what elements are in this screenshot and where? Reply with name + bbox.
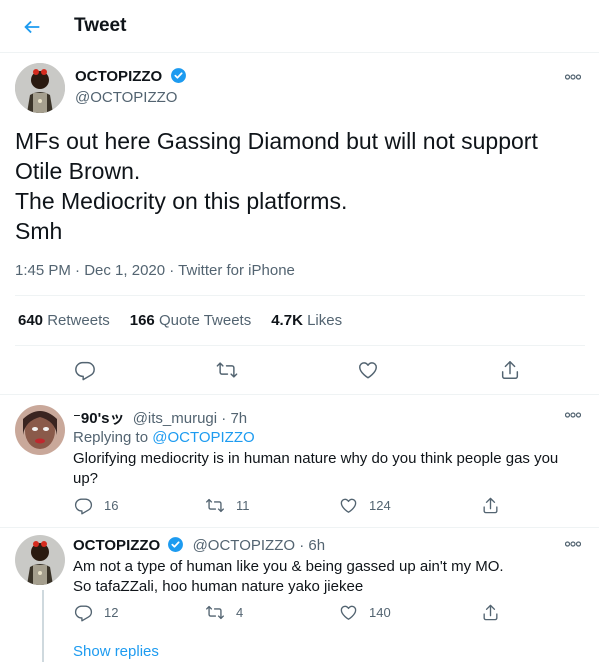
reply-time[interactable]: 7h [230, 410, 247, 427]
retweets-count: 640 [18, 312, 44, 329]
retweet-button[interactable]: 4 [205, 603, 243, 622]
verified-badge-icon [167, 536, 184, 553]
like-count: 140 [369, 605, 391, 620]
verified-badge-icon [170, 67, 187, 84]
arrow-left-icon [24, 20, 40, 34]
share-icon [483, 604, 498, 621]
author-name[interactable]: OCTOPIZZO [75, 68, 162, 85]
reply-author-handle[interactable]: @its_murugi [133, 410, 217, 427]
share-button[interactable] [481, 496, 500, 515]
more-dots-icon [565, 541, 581, 547]
retweet-count: 11 [236, 498, 250, 513]
reply-button[interactable]: 12 [74, 603, 118, 622]
retweet-icon [206, 498, 224, 513]
replying-to-handle[interactable]: @OCTOPIZZO [152, 429, 254, 446]
tweet-time[interactable]: 1:45 PM [15, 262, 71, 279]
tweet-stats: 640 Retweets 166 Quote Tweets 4.7K Likes [18, 312, 342, 329]
retweet-button[interactable] [215, 359, 239, 381]
thread-line [42, 590, 44, 662]
reply-button[interactable]: 16 [74, 496, 118, 515]
more-options-button[interactable] [562, 70, 584, 84]
tweet-text-line: Smh [15, 218, 63, 244]
reply-text-line: up? [73, 470, 99, 487]
header: Tweet [0, 0, 599, 53]
tweet-text-line: Otile Brown. [15, 158, 141, 184]
back-button[interactable] [15, 10, 49, 44]
reply-avatar[interactable] [15, 535, 65, 585]
tweet-text-line: The Mediocrity on this platforms. [15, 188, 348, 214]
heart-icon [340, 498, 357, 513]
reply-icon [74, 605, 93, 622]
share-icon [483, 497, 498, 514]
reply-count: 12 [104, 605, 119, 620]
divider [15, 295, 585, 296]
tweet-text: MFs out here Gassing Diamond but will no… [15, 126, 580, 246]
reply-text-line: So tafaZZali, hoo human nature yako jiek… [73, 578, 364, 595]
more-options-button[interactable] [562, 408, 584, 422]
octopizzo-avatar-image [15, 535, 65, 585]
retweets-stat[interactable]: 640 Retweets [18, 312, 110, 329]
reply-author-name[interactable]: OCTOPIZZO [73, 537, 160, 554]
likes-label: Likes [307, 312, 343, 329]
reply-icon [75, 361, 95, 381]
more-dots-icon [565, 412, 581, 418]
share-button[interactable] [481, 603, 500, 622]
author-avatar[interactable] [15, 63, 65, 113]
reply-text: Am not a type of human like you & being … [73, 557, 573, 597]
tweet-date[interactable]: Dec 1, 2020 [84, 262, 165, 279]
author-handle[interactable]: @OCTOPIZZO [75, 89, 177, 106]
heart-icon [340, 605, 357, 620]
retweet-icon [216, 362, 238, 378]
reply-text-line: Glorifying mediocrity is in human nature… [73, 450, 559, 467]
replying-to: Replying to @OCTOPIZZO [73, 428, 573, 448]
retweets-label: Retweets [47, 312, 110, 329]
reply-header: ⁻90'sッ @its_murugi · 7h [73, 410, 248, 427]
quotes-count: 166 [129, 312, 155, 329]
reply-avatar-image [15, 405, 65, 455]
reply-author-handle[interactable]: @OCTOPIZZO [193, 537, 295, 554]
reply-avatar[interactable] [15, 405, 65, 455]
likes-count: 4.7K [271, 312, 303, 329]
reply-header: OCTOPIZZO @OCTOPIZZO · 6h [73, 536, 326, 554]
reply-time[interactable]: 6h [308, 537, 325, 554]
tweet-text-line: MFs out here Gassing Diamond but will no… [15, 128, 538, 154]
quotes-label: Quote Tweets [158, 312, 252, 329]
page-title: Tweet [74, 15, 127, 36]
replying-to-prefix: Replying to [73, 429, 149, 446]
divider [15, 345, 585, 346]
likes-stat[interactable]: 4.7K Likes [271, 312, 342, 329]
retweet-count: 4 [236, 605, 244, 620]
like-button[interactable]: 124 [339, 496, 391, 515]
reply-text: Glorifying mediocrity is in human nature… [73, 449, 573, 489]
tweet-meta: 1:45 PM · Dec 1, 2020 · Twitter for iPho… [15, 262, 295, 279]
divider [0, 394, 599, 395]
like-count: 124 [369, 498, 391, 513]
divider [0, 527, 599, 528]
heart-icon [359, 362, 377, 379]
reply-icon [74, 498, 93, 515]
more-dots-icon [565, 74, 581, 80]
like-button[interactable] [357, 359, 379, 381]
like-button[interactable]: 140 [339, 603, 391, 622]
retweet-icon [206, 605, 224, 620]
share-button[interactable] [499, 359, 521, 381]
reply-count: 16 [104, 498, 119, 513]
quote-tweets-stat[interactable]: 166 Quote Tweets [130, 312, 251, 329]
tweet-source[interactable]: Twitter for iPhone [178, 262, 295, 279]
reply-button[interactable] [74, 359, 96, 381]
retweet-button[interactable]: 11 [205, 496, 250, 515]
show-replies-link[interactable]: Show replies [73, 643, 159, 660]
reply-author-name[interactable]: ⁻90'sッ [73, 410, 125, 427]
share-icon [501, 361, 519, 379]
more-options-button[interactable] [562, 537, 584, 551]
octopizzo-avatar-image [15, 63, 65, 113]
reply-text-line: Am not a type of human like you & being … [73, 558, 504, 575]
